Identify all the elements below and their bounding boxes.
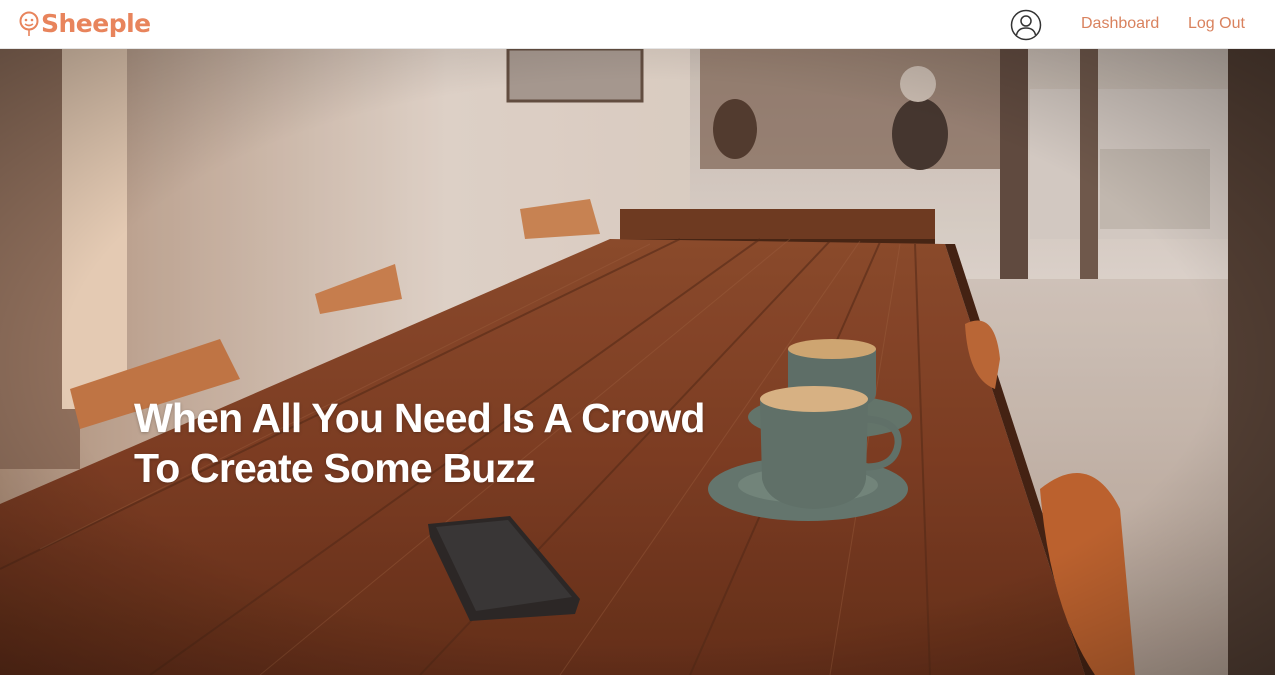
user-circle-icon — [1010, 9, 1042, 41]
hero-headline-line1: When All You Need Is A Crowd — [134, 395, 705, 441]
hero-banner: When All You Need Is A Crowd To Create S… — [0, 49, 1275, 675]
nav-dashboard-link[interactable]: Dashboard — [1081, 14, 1159, 34]
hero-headline: When All You Need Is A Crowd To Create S… — [134, 393, 774, 493]
brand-name: Sheeple — [41, 9, 151, 38]
brand-logo[interactable]: Sheeple — [18, 9, 151, 39]
profile-button[interactable] — [1010, 9, 1042, 41]
hero-headline-line2: To Create Some Buzz — [134, 445, 536, 491]
sheep-balloon-icon — [19, 11, 39, 36]
top-navbar: Sheeple Dashboard Log Out — [0, 0, 1275, 49]
cafe-background-image — [0, 49, 1275, 675]
nav-logout-link[interactable]: Log Out — [1188, 14, 1245, 34]
